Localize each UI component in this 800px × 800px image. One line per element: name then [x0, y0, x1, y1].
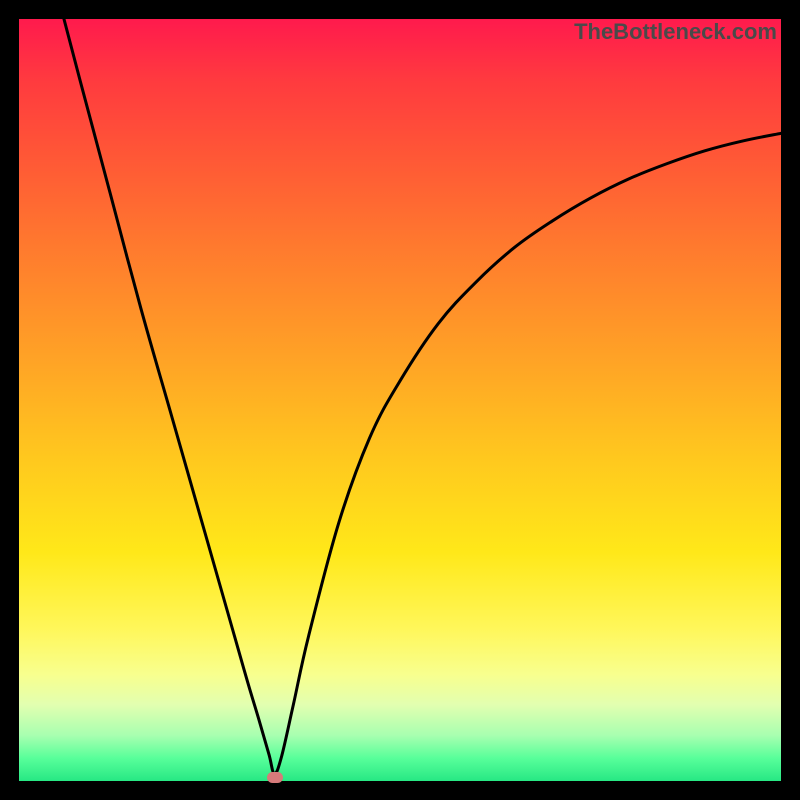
- bottleneck-curve: [19, 19, 781, 781]
- chart-frame: TheBottleneck.com: [19, 19, 781, 781]
- optimum-marker-icon: [267, 772, 283, 783]
